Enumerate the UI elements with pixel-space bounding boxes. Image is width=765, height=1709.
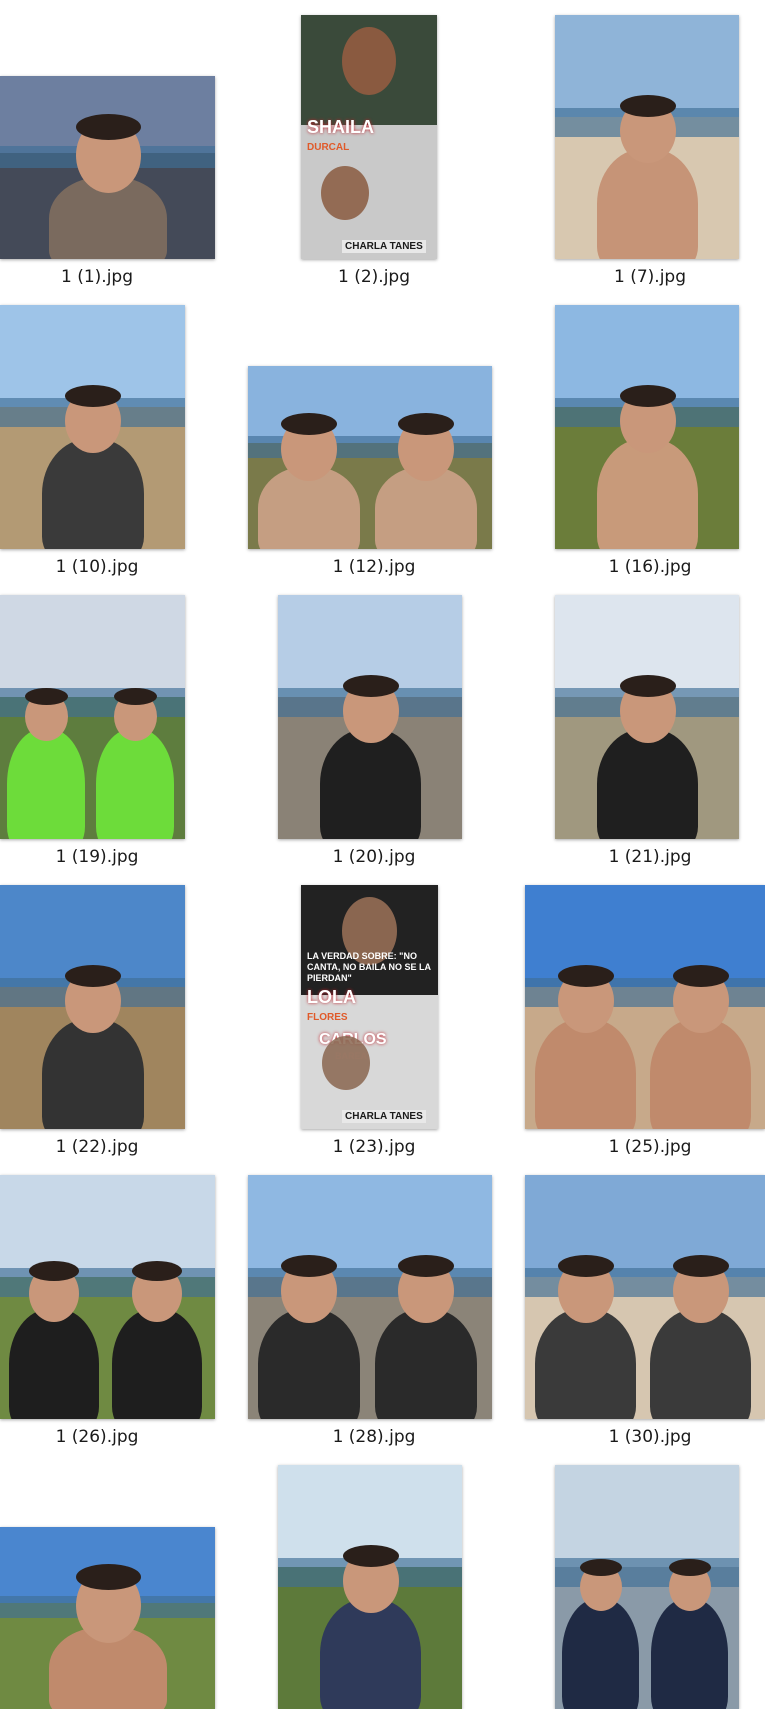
thumbnail-image[interactable] [525,1175,765,1419]
person-hair [343,675,399,697]
poster-subtitle: FLORES [307,1012,348,1023]
thumbnail-image[interactable] [0,76,215,259]
file-name-label: 1 (2).jpg [337,267,410,287]
person-hair [281,413,337,435]
person-hair [29,1261,79,1281]
thumbnail-image[interactable] [0,305,185,549]
person-hair [673,965,729,987]
file-name-label: 1 (19).jpg [55,847,139,867]
sky-area [0,595,185,697]
poster-title: SHAILA [307,117,374,137]
person-hair [620,385,676,407]
person-hair [114,688,157,705]
file-name-label: 1 (22).jpg [55,1137,139,1157]
person-body [650,1019,751,1129]
poster-quote: LA VERDAD SOBRE: "NO CANTA, NO BAILA NO … [307,951,431,983]
person-hair [76,1564,141,1590]
thumbnail-image[interactable] [555,15,739,259]
file-name-label: 1 (7).jpg [613,267,686,287]
thumbnail-image[interactable] [248,366,492,549]
face-shape [321,166,369,220]
thumbnail-image[interactable] [555,595,739,839]
thumbnail-image[interactable] [555,1465,739,1709]
person-body [597,439,698,549]
thumbnail-image[interactable] [248,1175,492,1419]
person-hair [398,1255,454,1277]
person-body [535,1309,636,1419]
thumbnail-image[interactable] [0,885,185,1129]
person-body [535,1019,636,1129]
sky-area [555,1465,739,1567]
thumbnail-image[interactable] [278,595,462,839]
thumbnail-image[interactable] [0,595,185,839]
person-hair [580,1559,622,1576]
thumbnail-image[interactable] [0,1175,215,1419]
person-hair [398,413,454,435]
person-body [9,1309,99,1419]
person-hair [620,95,676,117]
poster-tag: CHARLA TANES [342,240,426,253]
person-body [650,1309,751,1419]
face-shape [342,27,396,95]
poster-subtitle: DURCAL [307,142,350,153]
thumbnail-image[interactable] [525,885,765,1129]
file-grid: 1 (1).jpg SHAILA DURCAL CHARLA TANES 1 (2).j… [0,0,765,1709]
person-hair [558,965,614,987]
person-hair [281,1255,337,1277]
person-body [320,729,421,839]
person-body [112,1309,202,1419]
person-body [375,1309,477,1419]
file-name-label: 1 (12).jpg [332,557,416,577]
file-name-label: 1 (26).jpg [55,1427,139,1447]
thumbnail-image[interactable]: LOLA FLORES LA VERDAD SOBRE: "NO CANTA, NO… [301,885,438,1129]
file-name-label: 1 (16).jpg [608,557,692,577]
person-hair [669,1559,711,1576]
file-name-label: 1 (23).jpg [332,1137,416,1157]
person-body [42,1019,144,1129]
person-body [597,149,698,259]
file-name-label: 1 (10).jpg [55,557,139,577]
thumbnail-image[interactable] [0,1527,215,1709]
person-hair [76,114,141,140]
sky-area [0,1175,215,1277]
face-shape [322,1036,370,1090]
person-hair [65,385,121,407]
person-hair [343,1545,399,1567]
person-hair [25,688,68,705]
person-body [96,729,174,839]
file-name-label: 1 (25).jpg [608,1137,692,1157]
file-name-label: 1 (28).jpg [332,1427,416,1447]
person-body [597,729,698,839]
person-hair [558,1255,614,1277]
person-body [42,439,144,549]
person-body [320,1599,421,1709]
file-name-label: 1 (20).jpg [332,847,416,867]
thumbnail-image[interactable] [555,305,739,549]
file-name-label: 1 (1).jpg [60,267,133,287]
person-hair [620,675,676,697]
file-name-label: 1 (21).jpg [608,847,692,867]
person-body [651,1599,728,1709]
file-name-label: 1 (30).jpg [608,1427,692,1447]
person-body [562,1599,639,1709]
poster-title: LOLA [307,987,356,1007]
person-hair [132,1261,182,1281]
poster-tag: CHARLA TANES [342,1110,426,1123]
thumbnail-image[interactable] [278,1465,462,1709]
person-hair [673,1255,729,1277]
person-hair [65,965,121,987]
person-body [7,729,85,839]
thumbnail-image[interactable]: SHAILA DURCAL CHARLA TANES [301,15,437,259]
person-body [258,1309,360,1419]
